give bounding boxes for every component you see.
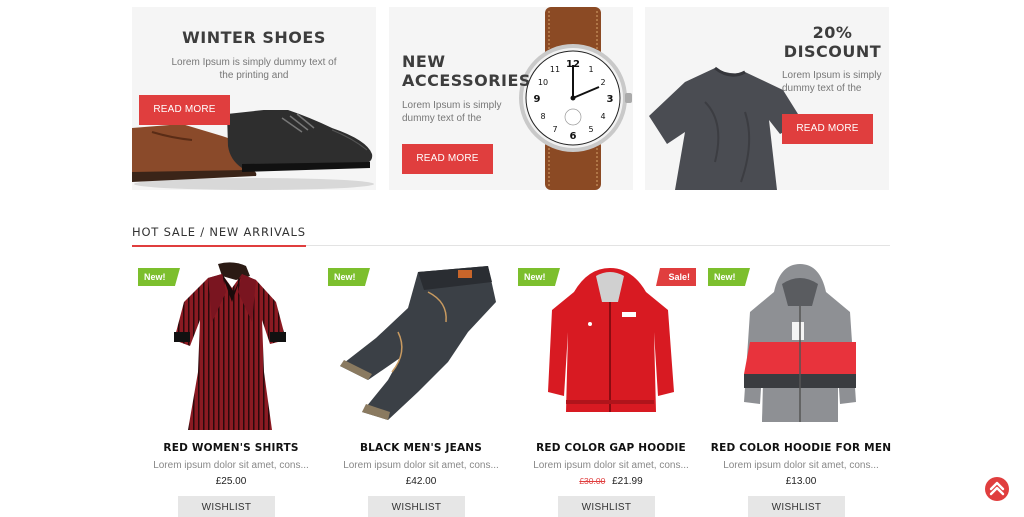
banner-title: WINTER SHOES — [182, 28, 326, 47]
banner-text: Lorem Ipsum is simply dummy text of the … — [171, 57, 337, 81]
section-title[interactable]: HOT SALE / NEW ARRIVALS — [132, 224, 306, 247]
svg-text:10: 10 — [538, 78, 548, 87]
banner-title-line1: NEW — [402, 52, 446, 71]
svg-text:11: 11 — [550, 65, 560, 74]
banner-title-line2: ACCESSORIES — [402, 71, 531, 90]
new-badge: New! — [708, 268, 750, 286]
product-price: £13.00 — [708, 476, 894, 487]
back-to-top-button[interactable] — [985, 477, 1009, 501]
product-card[interactable]: New! RED COLOR HOODIE FOR MEN Lorem ipsu… — [708, 262, 894, 517]
product-price: £25.00 — [138, 476, 324, 487]
current-price: £13.00 — [785, 476, 817, 487]
banner-title-line1: 20% — [812, 23, 853, 42]
section-header: HOT SALE / NEW ARRIVALS — [132, 223, 890, 247]
black-jeans-image[interactable] — [328, 262, 514, 434]
product-price: £42.00 — [328, 476, 514, 487]
banner-text: Lorem Ipsum is simply dummy text of the — [402, 100, 502, 124]
wishlist-button[interactable]: WISHLIST — [178, 496, 275, 517]
read-more-button[interactable]: READ MORE — [782, 114, 873, 144]
page: WINTER SHOES Lorem Ipsum is simply dummy… — [0, 0, 1024, 517]
banner-title: 20% DISCOUNT — [775, 23, 889, 61]
banner-new-accessories[interactable]: 12 6 9 3 1 2 4 5 7 8 10 11 NEW ACCESSORI… — [389, 7, 633, 190]
current-price: £42.00 — [405, 476, 437, 487]
new-badge: New! — [328, 268, 370, 286]
product-name[interactable]: RED COLOR HOODIE FOR MEN — [698, 442, 904, 454]
watch-image: 12 6 9 3 1 2 4 5 7 8 10 11 — [519, 7, 632, 190]
wishlist-button[interactable]: WISHLIST — [368, 496, 465, 517]
product-name[interactable]: BLACK MEN'S JEANS — [318, 442, 524, 454]
product-price: £30.00 £21.99 — [518, 476, 704, 487]
current-price: £21.99 — [612, 476, 643, 487]
product-description: Lorem ipsum dolor sit amet, cons... — [153, 460, 309, 471]
red-hoodie-image[interactable] — [518, 262, 704, 434]
chevron-up-icon — [989, 481, 1005, 496]
svg-text:8: 8 — [540, 112, 545, 121]
banner-text: Lorem Ipsum is simply dummy text of the — [782, 70, 882, 94]
product-card[interactable]: New! RED WOMEN'S SHIRTS Lorem ipsum dolo… — [138, 262, 324, 517]
svg-text:9: 9 — [534, 94, 541, 105]
banner-title: NEW ACCESSORIES — [402, 52, 531, 90]
product-description: Lorem ipsum dolor sit amet, cons... — [723, 460, 879, 471]
new-badge: New! — [518, 268, 560, 286]
wishlist-button[interactable]: WISHLIST — [558, 496, 655, 517]
tshirt-image — [649, 66, 803, 190]
product-name[interactable]: RED COLOR GAP HOODIE — [508, 442, 714, 454]
svg-text:6: 6 — [570, 131, 577, 142]
product-card[interactable]: New! Sale! RED COLOR GAP HOODIE Lorem ip… — [518, 262, 704, 517]
old-price: £30.00 — [579, 476, 606, 486]
svg-text:2: 2 — [600, 78, 605, 87]
banner-winter-shoes[interactable]: WINTER SHOES Lorem Ipsum is simply dummy… — [132, 7, 376, 190]
product-name[interactable]: RED WOMEN'S SHIRTS — [128, 442, 334, 454]
new-badge: New! — [138, 268, 180, 286]
product-description: Lorem ipsum dolor sit amet, cons... — [533, 460, 689, 471]
banner-discount[interactable]: 20% DISCOUNT Lorem Ipsum is simply dummy… — [645, 7, 889, 190]
svg-text:7: 7 — [552, 125, 557, 134]
read-more-button[interactable]: READ MORE — [139, 95, 230, 125]
banner-title-line2: DISCOUNT — [783, 42, 882, 61]
svg-text:4: 4 — [600, 112, 605, 121]
current-price: £25.00 — [215, 476, 247, 487]
svg-text:1: 1 — [588, 65, 593, 74]
red-striped-shirt-image[interactable] — [138, 262, 324, 434]
product-description: Lorem ipsum dolor sit amet, cons... — [343, 460, 499, 471]
read-more-button[interactable]: READ MORE — [402, 144, 493, 174]
sale-badge: Sale! — [656, 268, 696, 286]
svg-text:3: 3 — [607, 94, 614, 105]
gray-red-hoodie-image[interactable] — [708, 262, 894, 434]
product-card[interactable]: New! BLACK MEN'S JEANS Lorem ipsum dolor… — [328, 262, 514, 517]
wishlist-button[interactable]: WISHLIST — [748, 496, 845, 517]
svg-text:5: 5 — [588, 125, 593, 134]
